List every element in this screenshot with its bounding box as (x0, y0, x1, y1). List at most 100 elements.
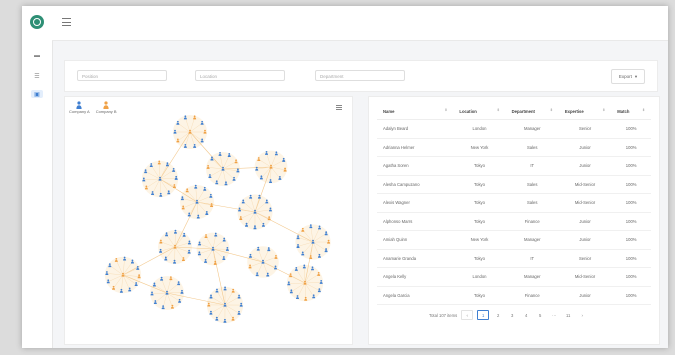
table-row[interactable]: Agatha Soren Tokyo IT Junior 100% (377, 156, 651, 176)
table-row[interactable]: Adalyn Beard London Manager Senior 100% (377, 119, 651, 139)
cell-expertise: Junior (558, 230, 612, 250)
cell-match: 100% (611, 175, 651, 194)
next-page-button[interactable]: › (577, 311, 587, 319)
cell-name: Agatha Soren (377, 156, 454, 176)
cell-match: 100% (611, 156, 651, 176)
cell-name: Alesha Campuzano (377, 175, 454, 194)
sidebar: ▬ ☰ ▣ (22, 6, 53, 348)
cell-location: Tokyo (453, 193, 506, 213)
cell-department: Manager (505, 267, 559, 287)
cell-match: 100% (611, 119, 651, 139)
cell-name: Amiah Quinn (377, 230, 454, 250)
cell-location: Tokyo (453, 286, 506, 305)
cell-location: London (453, 119, 506, 139)
cell-name: Adalyn Beard (377, 119, 454, 139)
cell-location: London (453, 267, 506, 287)
table-row[interactable]: Anamarie Granda Tokyo IT Senior 100% (377, 249, 651, 268)
cell-location: New York (453, 230, 506, 250)
cell-expertise: Mid-Senior (558, 267, 612, 287)
cell-match: 100% (611, 138, 651, 157)
table-header-row: Name ⬍ Location ⬍ Department ⬍ Expertise ⬍ M… (377, 103, 651, 120)
cell-expertise: Mid-Senior (558, 193, 612, 213)
cell-match: 100% (611, 267, 651, 287)
pagination: Total 107 items ‹ 1 2 3 4 5 ··· 11 › (429, 310, 587, 320)
cell-expertise: Junior (558, 212, 612, 231)
page-1[interactable]: 1 (477, 310, 490, 320)
cell-department: Sales (505, 175, 559, 194)
cell-name: Alexis Wagner (377, 193, 454, 213)
cell-expertise: Senior (558, 119, 612, 139)
cell-location: Tokyo (453, 212, 506, 231)
cell-match: 100% (611, 249, 651, 268)
cell-location: Tokyo (453, 249, 506, 268)
cell-match: 100% (611, 286, 651, 305)
cell-expertise: Senior (558, 249, 612, 268)
table-row[interactable]: Alesha Campuzano Tokyo Sales Mid-Senior 100% (377, 175, 651, 194)
page-ellipsis[interactable]: ··· (549, 311, 559, 319)
page-3[interactable]: 3 (507, 311, 517, 319)
results-panel: Name ⬍ Location ⬍ Department ⬍ Expertise ⬍ M… (368, 96, 660, 345)
cell-department: Finance (505, 286, 559, 305)
network-icon[interactable]: ▣ (31, 90, 43, 98)
menu-toggle-icon[interactable] (62, 18, 71, 26)
cell-location: New York (453, 138, 506, 157)
sort-arrows-icon: ⬍ (642, 108, 645, 112)
sort-arrows-icon: ⬍ (444, 108, 448, 112)
cell-match: 100% (611, 212, 651, 231)
app-window: ▬ ☰ ▣ Position Location Department Expor… (22, 6, 668, 348)
page-last[interactable]: 11 (563, 311, 573, 319)
network-graph[interactable] (65, 97, 352, 344)
cell-name: Adrianna Helmer (377, 138, 454, 157)
cell-department: Manager (505, 230, 559, 250)
sort-arrows-icon: ⬍ (549, 108, 553, 112)
prev-page-button[interactable]: ‹ (461, 310, 474, 320)
table-row[interactable]: Angela Kelly London Manager Mid-Senior 100% (377, 267, 651, 287)
export-button[interactable]: Export ▾ (611, 69, 645, 84)
cell-department: Sales (505, 138, 559, 157)
position-filter[interactable]: Position (77, 70, 167, 81)
cell-department: IT (505, 156, 559, 176)
cell-department: IT (505, 249, 559, 268)
cell-name: Angela Garcia (377, 286, 454, 305)
cell-name: Angela Kelly (377, 267, 454, 287)
table-row[interactable]: Adrianna Helmer New York Sales Junior 100% (377, 138, 651, 157)
cell-name: Alphonso Marrs (377, 212, 454, 231)
network-graph-panel: Company A Company B (64, 96, 353, 345)
page-4[interactable]: 4 (521, 311, 531, 319)
chevron-down-icon: ▾ (634, 73, 638, 79)
cell-department: Manager (505, 119, 559, 139)
sort-arrows-icon: ⬍ (602, 108, 606, 112)
table-row[interactable]: Alexis Wagner Tokyo Sales Mid-Senior 100% (377, 193, 651, 213)
col-department[interactable]: Department ⬍ (505, 103, 559, 120)
cell-expertise: Mid-Senior (558, 175, 612, 194)
list-icon[interactable]: ☰ (31, 72, 43, 80)
cell-expertise: Junior (558, 156, 612, 176)
cell-location: Tokyo (453, 156, 506, 176)
top-bar (52, 6, 668, 41)
cell-department: Sales (505, 193, 559, 213)
department-filter[interactable]: Department (315, 70, 405, 81)
col-location[interactable]: Location ⬍ (453, 103, 506, 120)
cell-expertise: Junior (558, 286, 612, 305)
total-items: Total 107 items (429, 312, 458, 318)
cell-match: 100% (611, 193, 651, 213)
results-table: Name ⬍ Location ⬍ Department ⬍ Expertise ⬍ M… (377, 103, 651, 305)
page-5[interactable]: 5 (535, 311, 545, 319)
filter-bar: Position Location Department Export ▾ (64, 60, 658, 92)
cell-match: 100% (611, 230, 651, 250)
dashboard-icon[interactable]: ▬ (31, 52, 43, 60)
col-expertise[interactable]: Expertise ⬍ (558, 103, 612, 120)
col-match[interactable]: Match ⬍ (611, 103, 651, 120)
cell-department: Finance (505, 212, 559, 231)
table-row[interactable]: Angela Garcia Tokyo Finance Junior 100% (377, 286, 651, 305)
table-row[interactable]: Alphonso Marrs Tokyo Finance Junior 100% (377, 212, 651, 231)
cell-name: Anamarie Granda (377, 249, 454, 268)
location-filter[interactable]: Location (195, 70, 285, 81)
app-logo (30, 15, 44, 29)
cell-location: Tokyo (453, 175, 506, 194)
col-name[interactable]: Name ⬍ (377, 103, 454, 120)
sort-arrows-icon: ⬍ (496, 108, 500, 112)
export-label: Export (618, 74, 632, 79)
table-row[interactable]: Amiah Quinn New York Manager Junior 100% (377, 230, 651, 250)
page-2[interactable]: 2 (493, 311, 503, 319)
